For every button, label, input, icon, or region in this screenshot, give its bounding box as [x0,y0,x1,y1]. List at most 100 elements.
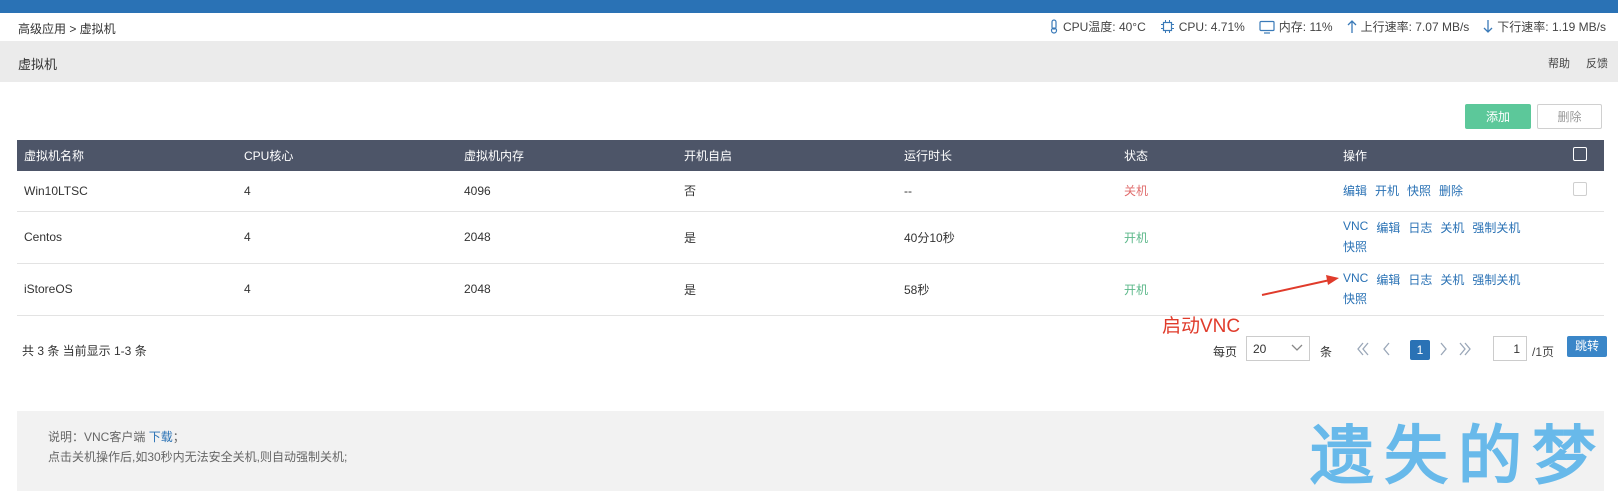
table-row: Win10LTSC 4 4096 否 -- 关机 编辑 开机 快照 删除 [17,171,1604,212]
vm-status: 关机 [1117,171,1336,212]
header-cpu-cores: CPU核心 [244,149,294,163]
table-row: Centos 4 2048 是 40分10秒 开机 VNC 编辑 日志 关机 强… [17,211,1604,264]
upload-stat: 上行速率: 7.07 MB/s [1347,18,1470,35]
vm-memory: 2048 [457,211,677,264]
record-summary: 共 3 条 当前显示 1-3 条 [22,344,147,358]
cpu-temp-stat: CPU温度: 40°C [1049,18,1146,35]
vm-actions: 编辑 开机 快照 删除 [1336,171,1566,212]
total-pages: /1页 [1532,345,1555,359]
arrow-down-icon [1483,20,1493,33]
snapshot-action[interactable]: 快照 [1343,238,1367,255]
vm-uptime: -- [897,171,1117,212]
row-select [1566,211,1604,264]
breadcrumb: 高级应用 > 虚拟机 [18,22,116,36]
watermark: 遗失的梦 [1310,420,1606,494]
vm-table: 虚拟机名称 CPU核心 虚拟机内存 开机自启 运行时长 状态 操作 Win10L… [17,140,1604,316]
annotation-label: 启动VNC [1162,316,1241,337]
system-stats: CPU温度: 40°C CPU: 4.71% 内存: 11% 上行速率: 7.0… [1049,18,1606,35]
vm-autostart: 是 [677,211,897,264]
row-select [1566,263,1604,316]
row-checkbox[interactable] [1573,182,1587,197]
vnc-action[interactable]: VNC [1343,271,1368,288]
download-stat: 下行速率: 1.19 MB/s [1483,18,1606,35]
vm-name: Centos [17,211,237,264]
per-page-unit: 条 [1320,345,1333,359]
log-action[interactable]: 日志 [1408,219,1432,236]
edit-action[interactable]: 编辑 [1343,182,1367,199]
snapshot-action[interactable]: 快照 [1407,182,1431,199]
delete-button[interactable]: 删除 [1537,104,1602,129]
per-page-label: 每页 [1213,345,1238,359]
per-page-value: 20 [1253,342,1267,356]
header-vm-name: 虚拟机名称 [24,149,85,163]
vm-actions: VNC 编辑 日志 关机 强制关机 快照 [1336,263,1566,316]
help-link[interactable]: 帮助 [1548,55,1570,71]
snapshot-action[interactable]: 快照 [1343,290,1367,307]
status-line: 高级应用 > 虚拟机 CPU温度: 40°C CPU: 4.71% 内存: 11… [0,13,1618,41]
vm-autostart: 是 [677,263,897,316]
cpu-temp-value: CPU温度: 40°C [1062,20,1146,34]
first-page-icon[interactable] [1356,341,1370,357]
page-title: 虚拟机 [18,57,58,72]
log-action[interactable]: 日志 [1408,271,1432,288]
jump-page-input[interactable]: 1 [1493,336,1527,361]
vm-name: Win10LTSC [17,171,237,212]
vm-uptime: 58秒 [897,263,1117,316]
select-all-checkbox[interactable] [1573,147,1587,161]
memory-value: 内存: 11% [1278,20,1333,34]
vm-status: 开机 [1117,211,1336,264]
per-page-select[interactable]: 20 [1246,336,1310,361]
memory-stat: 内存: 11% [1259,18,1333,35]
edit-action[interactable]: 编辑 [1376,271,1400,288]
table-row: iStoreOS 4 2048 是 58秒 开机 VNC 编辑 日志 关机 强制… [17,263,1604,316]
force-shutdown-action[interactable]: 强制关机 [1472,219,1520,236]
force-shutdown-action[interactable]: 强制关机 [1472,271,1520,288]
title-bar: 虚拟机 帮助 反馈 [0,41,1618,82]
feedback-link[interactable]: 反馈 [1586,55,1608,71]
header-vm-memory: 虚拟机内存 [464,149,525,163]
download-link[interactable]: 下载 [149,430,173,444]
vm-cpu: 4 [237,211,457,264]
vm-name: iStoreOS [17,263,237,316]
shutdown-action[interactable]: 关机 [1440,219,1464,236]
vm-status: 开机 [1117,263,1336,316]
add-button[interactable]: 添加 [1465,104,1531,129]
next-page-icon[interactable] [1438,341,1448,357]
jump-button[interactable]: 跳转 [1567,336,1607,357]
note-suffix: ； [172,430,185,444]
vnc-action[interactable]: VNC [1343,219,1368,236]
vm-autostart: 否 [677,171,897,212]
note-line-1: 说明：VNC客户端 下载； [48,428,185,445]
top-color-bar [0,0,1618,13]
vm-uptime: 40分10秒 [897,211,1117,264]
vm-actions: VNC 编辑 日志 关机 强制关机 快照 [1336,211,1566,264]
header-status: 状态 [1124,149,1149,163]
monitor-icon [1259,20,1275,34]
download-value: 下行速率: 1.19 MB/s [1497,20,1606,34]
shutdown-action[interactable]: 关机 [1440,271,1464,288]
delete-action[interactable]: 删除 [1439,182,1463,199]
cpu-chip-icon [1160,20,1174,33]
title-links: 帮助 反馈 [1548,55,1608,71]
cpu-stat: CPU: 4.71% [1160,19,1245,34]
vm-cpu: 4 [237,171,457,212]
note-line-2: 点击关机操作后,如30秒内无法安全关机,则自动强制关机; [48,450,348,464]
vm-cpu: 4 [237,263,457,316]
vm-memory: 2048 [457,263,677,316]
header-autostart: 开机自启 [684,149,733,163]
last-page-icon[interactable] [1458,341,1472,357]
header-actions: 操作 [1343,149,1368,163]
cpu-value: CPU: 4.71% [1178,19,1245,34]
vm-memory: 4096 [457,171,677,212]
arrow-up-icon [1347,20,1357,33]
edit-action[interactable]: 编辑 [1376,219,1400,236]
header-uptime: 运行时长 [904,149,953,163]
row-select [1566,171,1604,212]
prev-page-icon[interactable] [1382,341,1392,357]
upload-value: 上行速率: 7.07 MB/s [1360,20,1470,34]
power-on-action[interactable]: 开机 [1375,182,1399,199]
thermometer-icon [1050,19,1058,34]
current-page-button[interactable]: 1 [1410,340,1430,360]
header-select [1566,140,1604,171]
chevron-down-icon [1291,344,1303,351]
